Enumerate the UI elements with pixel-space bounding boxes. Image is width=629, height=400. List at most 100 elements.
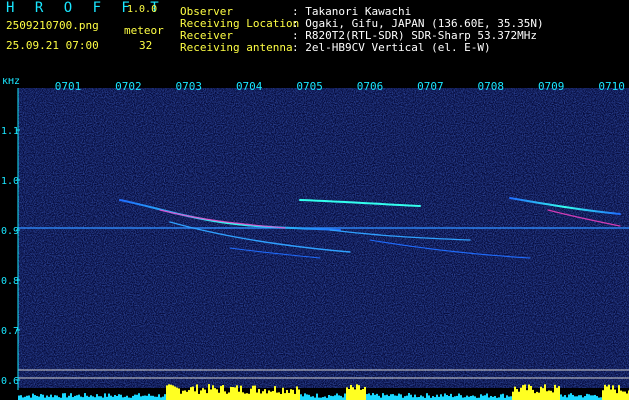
signal-level-bar: [396, 395, 398, 400]
signal-level-bar: [532, 389, 534, 400]
signal-level-bar: [458, 393, 460, 400]
signal-level-bar: [510, 396, 512, 400]
signal-level-bar: [104, 393, 106, 400]
signal-level-bar: [580, 395, 582, 400]
signal-level-bar: [354, 389, 356, 400]
signal-level-bar: [358, 385, 360, 400]
signal-level-bar: [514, 386, 516, 400]
signal-level-bar: [312, 396, 314, 400]
signal-level-bar: [208, 384, 210, 400]
signal-level-bar: [408, 393, 410, 400]
signal-level-bar: [132, 395, 134, 400]
signal-level-bar: [40, 394, 42, 400]
signal-level-bar: [202, 388, 204, 400]
signal-level-bar: [562, 396, 564, 400]
y-tick-label: 1.1: [1, 126, 19, 137]
signal-level-bar: [266, 393, 268, 400]
signal-level-bar: [108, 393, 110, 400]
signal-level-bar: [262, 391, 264, 400]
signal-level-bar: [338, 395, 340, 400]
signal-level-bar: [302, 396, 304, 400]
signal-level-bar: [180, 393, 182, 400]
x-tick-label: 0707: [417, 80, 444, 93]
signal-level-bar: [606, 386, 608, 400]
signal-level-bar: [610, 389, 612, 400]
signal-level-bar: [390, 394, 392, 400]
signal-level-bar: [174, 386, 176, 400]
signal-level-bar: [296, 386, 298, 400]
signal-level-bar: [584, 396, 586, 400]
signal-level-bar: [456, 395, 458, 400]
signal-level-bar: [144, 395, 146, 400]
signal-level-bar: [520, 387, 522, 400]
signal-level-bar: [274, 386, 276, 400]
signal-level-bar: [244, 393, 246, 400]
signal-level-bar: [376, 393, 378, 400]
signal-level-bar: [536, 391, 538, 400]
signal-level-bar: [138, 393, 140, 400]
signal-level-bar: [538, 392, 540, 400]
signal-level-bar: [474, 396, 476, 400]
signal-level-bar: [290, 389, 292, 400]
signal-level-bar: [292, 389, 294, 400]
signal-level-bar: [422, 396, 424, 400]
signal-level-bar: [200, 390, 202, 400]
signal-level-bar: [76, 395, 78, 400]
info-label-antenna: Receiving antenna: [180, 41, 293, 54]
filename: 2509210700.png: [6, 19, 99, 32]
x-tick-label: 0709: [538, 80, 565, 93]
signal-level-bar: [570, 393, 572, 400]
signal-level-bar: [226, 393, 228, 400]
signal-level-bar: [420, 395, 422, 400]
signal-level-bar: [166, 385, 168, 400]
signal-level-bar: [518, 391, 520, 400]
signal-level-bar: [282, 387, 284, 400]
signal-level-bar: [370, 395, 372, 400]
signal-level-bar: [206, 393, 208, 400]
x-tick-label: 0702: [115, 80, 142, 93]
signal-level-bar: [460, 395, 462, 400]
signal-level-bar: [564, 395, 566, 400]
signal-level-bar: [268, 390, 270, 400]
signal-level-bar: [110, 395, 112, 400]
signal-level-bar: [114, 394, 116, 400]
signal-level-bar: [550, 390, 552, 400]
signal-level-bar: [554, 384, 556, 400]
signal-level-bar: [530, 385, 532, 400]
signal-level-bar: [230, 386, 232, 400]
signal-level-bar: [440, 394, 442, 400]
meteor-label: meteor: [124, 24, 164, 37]
signal-level-bar: [578, 395, 580, 400]
signal-level-bar: [360, 389, 362, 400]
signal-level-bar: [54, 395, 56, 400]
x-tick-label: 0704: [236, 80, 263, 93]
signal-level-bar: [246, 393, 248, 400]
signal-level-bar: [84, 393, 86, 400]
signal-level-bar: [288, 392, 290, 400]
signal-level-bar: [258, 389, 260, 400]
signal-level-bar: [270, 391, 272, 400]
signal-level-bar: [540, 386, 542, 400]
signal-level-bar: [374, 394, 376, 400]
signal-level-bar: [220, 386, 222, 400]
signal-level-bar: [42, 394, 44, 400]
y-tick-label: 0.6: [1, 376, 19, 387]
signal-level-bar: [78, 394, 80, 400]
signal-level-bar: [20, 395, 22, 400]
signal-level-bar: [306, 394, 308, 400]
signal-level-bar: [356, 384, 358, 400]
signal-level-bar: [394, 395, 396, 400]
signal-level-bar: [534, 393, 536, 400]
signal-level-bar: [120, 394, 122, 400]
signal-level-bar: [204, 389, 206, 400]
meteor-count: 32: [139, 39, 153, 52]
signal-level-bar: [238, 391, 240, 400]
signal-level-bar: [524, 384, 526, 400]
signal-level-bar: [330, 395, 332, 400]
signal-level-bar: [64, 393, 66, 400]
signal-level-bar: [236, 385, 238, 400]
signal-level-bar: [50, 394, 52, 400]
signal-level-bar: [372, 393, 374, 400]
signal-level-bar: [148, 393, 150, 400]
signal-level-bar: [38, 396, 40, 400]
